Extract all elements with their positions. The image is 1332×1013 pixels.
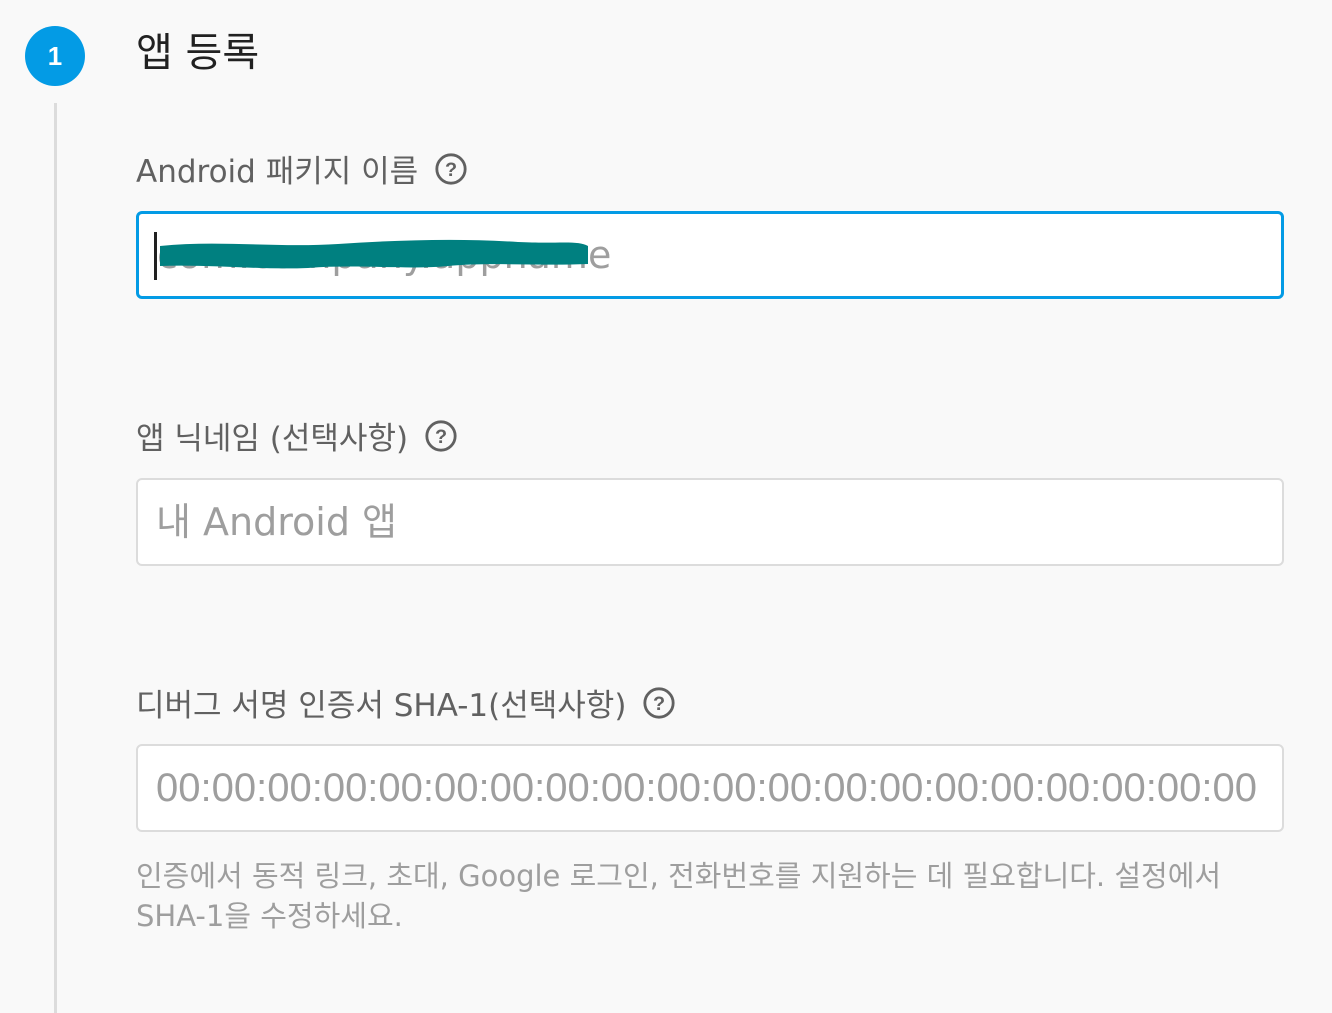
- nickname-label: 앱 닉네임 (선택사항): [136, 421, 409, 457]
- svg-text:?: ?: [653, 693, 665, 715]
- nickname-label-row: 앱 닉네임 (선택사항) ?: [136, 413, 458, 458]
- package-name-label: Android 패키지 이름: [136, 154, 419, 190]
- package-name-label-row: Android 패키지 이름 ?: [136, 146, 468, 191]
- sha-certificate-input[interactable]: [136, 744, 1284, 832]
- help-circle-icon[interactable]: ?: [434, 152, 468, 186]
- nickname-input[interactable]: [136, 478, 1284, 566]
- help-circle-icon[interactable]: ?: [424, 419, 458, 453]
- step-title: 앱 등록: [136, 30, 260, 76]
- text-caret: [154, 232, 157, 280]
- register-app-step: 1 앱 등록 Android 패키지 이름 ? 앱 닉네임 (선택사항) ? 디…: [0, 0, 1332, 1013]
- svg-text:?: ?: [435, 426, 447, 448]
- help-circle-icon[interactable]: ?: [642, 686, 676, 720]
- step-connector-line: [54, 103, 57, 1013]
- sha-label: 디버그 서명 인증서 SHA-1(선택사항): [136, 688, 627, 724]
- sha-helper-text: 인증에서 동적 링크, 초대, Google 로그인, 전화번호를 지원하는 데…: [136, 859, 1222, 933]
- step-number-badge: 1: [25, 26, 85, 86]
- package-name-input[interactable]: [136, 211, 1284, 299]
- svg-text:?: ?: [445, 159, 457, 181]
- sha-label-row: 디버그 서명 인증서 SHA-1(선택사항) ?: [136, 680, 676, 725]
